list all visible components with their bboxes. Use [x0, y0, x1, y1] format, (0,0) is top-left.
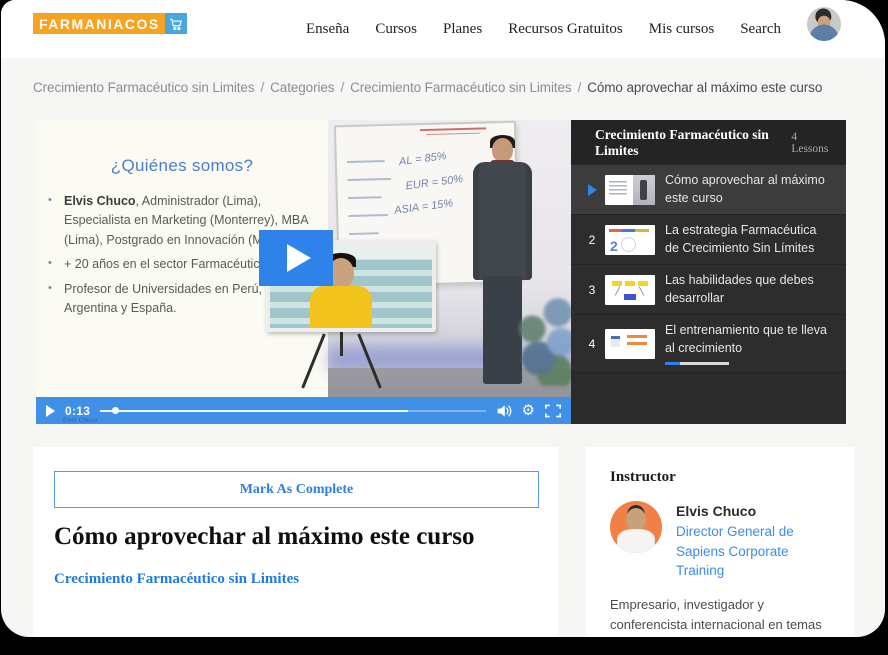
- lesson-thumbnail: [605, 274, 655, 305]
- playlist-item-4[interactable]: 4 El entrenamiento que te lleva al creci…: [571, 315, 846, 373]
- whiteboard-note: ASIA = 15%: [393, 197, 454, 217]
- playlist-title: Crecimiento Farmacéutico sin Limites: [595, 126, 769, 158]
- playlist-header: Crecimiento Farmacéutico sin Limites 4 L…: [571, 120, 846, 165]
- play-icon: [287, 244, 311, 272]
- tripod-stand: [340, 328, 343, 356]
- nav-ensena[interactable]: Enseña: [306, 21, 349, 38]
- instructor-avatar: [610, 501, 662, 553]
- nav-cursos[interactable]: Cursos: [375, 21, 417, 38]
- seek-bar[interactable]: [100, 397, 486, 424]
- instructor-card: Instructor Elvis Chuco Director General …: [586, 447, 854, 637]
- lesson-number: 3: [588, 282, 596, 297]
- play-overlay-button[interactable]: [259, 230, 333, 286]
- cart-icon: [164, 13, 187, 34]
- breadcrumb-course-link-2[interactable]: Crecimiento Farmacéutico sin Limites: [350, 80, 572, 95]
- instructor-heading: Instructor: [610, 469, 676, 485]
- mark-complete-button[interactable]: Mark As Complete: [54, 471, 539, 508]
- playlist-item-title: Cómo aprovechar al máximo este curso: [665, 173, 825, 205]
- plant-decoration: [513, 294, 571, 386]
- play-pause-button[interactable]: [46, 404, 55, 417]
- bullet-marker: •: [48, 194, 52, 206]
- bullet-marker: •: [48, 281, 52, 294]
- whiteboard-scribble: [347, 196, 382, 200]
- nav-recursos-gratuitos[interactable]: Recursos Gratuitos: [508, 21, 623, 38]
- breadcrumb-course-link[interactable]: Crecimiento Farmacéutico sin Limites: [33, 80, 255, 95]
- breadcrumb-current-page: Cómo aprovechar al máximo este curso: [587, 80, 823, 95]
- slide-title: ¿Quiénes somos?: [110, 156, 254, 175]
- whiteboard-note: AL = 85%: [398, 150, 448, 169]
- lesson-title: Cómo aprovechar al máximo este curso: [54, 523, 475, 550]
- whiteboard-note: EUR = 50%: [404, 173, 464, 193]
- whiteboard-scribble: [348, 214, 389, 218]
- whiteboard-scribble: [420, 127, 487, 132]
- nav-planes[interactable]: Planes: [443, 21, 482, 38]
- settings-gear-icon[interactable]: ⚙: [522, 403, 535, 418]
- bullet-marker: •: [48, 257, 52, 270]
- site-header: FARMANIACOS Enseña Cursos Planes Recurso…: [1, 0, 885, 58]
- playlist-item-title: El entrenamiento que te lleva al crecimi…: [665, 323, 827, 355]
- nav-mis-cursos[interactable]: Mis cursos: [649, 21, 714, 38]
- playlist-item-title: Las habilidades que debes desarrollar: [665, 273, 814, 305]
- site-logo[interactable]: FARMANIACOS: [33, 13, 187, 34]
- lesson-progress-fill: [665, 362, 680, 365]
- whiteboard-scribble: [348, 232, 379, 236]
- lesson-number: 2: [588, 232, 596, 247]
- breadcrumb-separator: /: [340, 80, 345, 95]
- lesson-number: 4: [588, 336, 596, 351]
- nav-search[interactable]: Search: [740, 21, 781, 38]
- volume-icon[interactable]: [496, 404, 512, 418]
- lesson-progress-bar: [665, 362, 729, 365]
- video-watermark: Elvis Chuco: [63, 417, 98, 424]
- playlist-item-2[interactable]: 2 2 La estrategia Farmacéutica de Crecim…: [571, 215, 846, 265]
- instructor-role-link[interactable]: Director General de Sapiens Corporate Tr…: [676, 522, 830, 581]
- course-link[interactable]: Crecimiento Farmacéutico sin Limites: [54, 571, 299, 588]
- lesson-thumbnail: 2: [605, 224, 655, 255]
- instructor-bio: Empresario, investigador y conferencista…: [610, 596, 822, 637]
- instructor-name: Elvis Chuco: [676, 503, 757, 519]
- playlist-item-title: La estrategia Farmacéutica de Crecimient…: [665, 223, 817, 255]
- breadcrumb-categories-link[interactable]: Categories: [270, 80, 334, 95]
- playlist-item-3[interactable]: 3 Las habilidades que debes desarrollar: [571, 265, 846, 315]
- video-frame-photo: AL = 85% EUR = 50% ASIA = 15%: [266, 120, 571, 424]
- whiteboard-scribble: [346, 160, 385, 164]
- lesson-card: Mark As Complete Cómo aprovechar al máxi…: [33, 447, 558, 637]
- lessons-count: 4 Lessons: [791, 130, 829, 155]
- video-controls: 0:13 ⚙ Elvis Chuco: [36, 397, 571, 424]
- playlist-item-1[interactable]: Cómo aprovechar al máximo este curso: [571, 165, 846, 215]
- seek-handle[interactable]: [111, 407, 119, 414]
- course-playlist: Crecimiento Farmacéutico sin Limites 4 L…: [571, 120, 846, 424]
- logo-text: FARMANIACOS: [33, 13, 165, 34]
- fullscreen-icon[interactable]: [545, 404, 561, 418]
- current-time: 0:13: [65, 403, 91, 418]
- user-avatar[interactable]: [807, 7, 841, 41]
- video-player: ¿Quiénes somos? • Elvis Chuco, Administr…: [36, 120, 571, 424]
- app-window: FARMANIACOS Enseña Cursos Planes Recurso…: [1, 0, 885, 637]
- breadcrumb-separator: /: [577, 80, 582, 95]
- lesson-thumbnail: [605, 328, 655, 359]
- breadcrumb: Crecimiento Farmacéutico sin Limites / Cat…: [33, 80, 822, 95]
- lesson-thumbnail: [605, 174, 655, 205]
- main-nav: Enseña Cursos Planes Recursos Gratuitos …: [306, 0, 781, 58]
- breadcrumb-separator: /: [260, 80, 265, 95]
- whiteboard-scribble: [347, 177, 392, 182]
- now-playing-icon: [581, 183, 603, 196]
- whiteboard-scribble: [426, 132, 481, 135]
- buffered-bar: [100, 410, 409, 412]
